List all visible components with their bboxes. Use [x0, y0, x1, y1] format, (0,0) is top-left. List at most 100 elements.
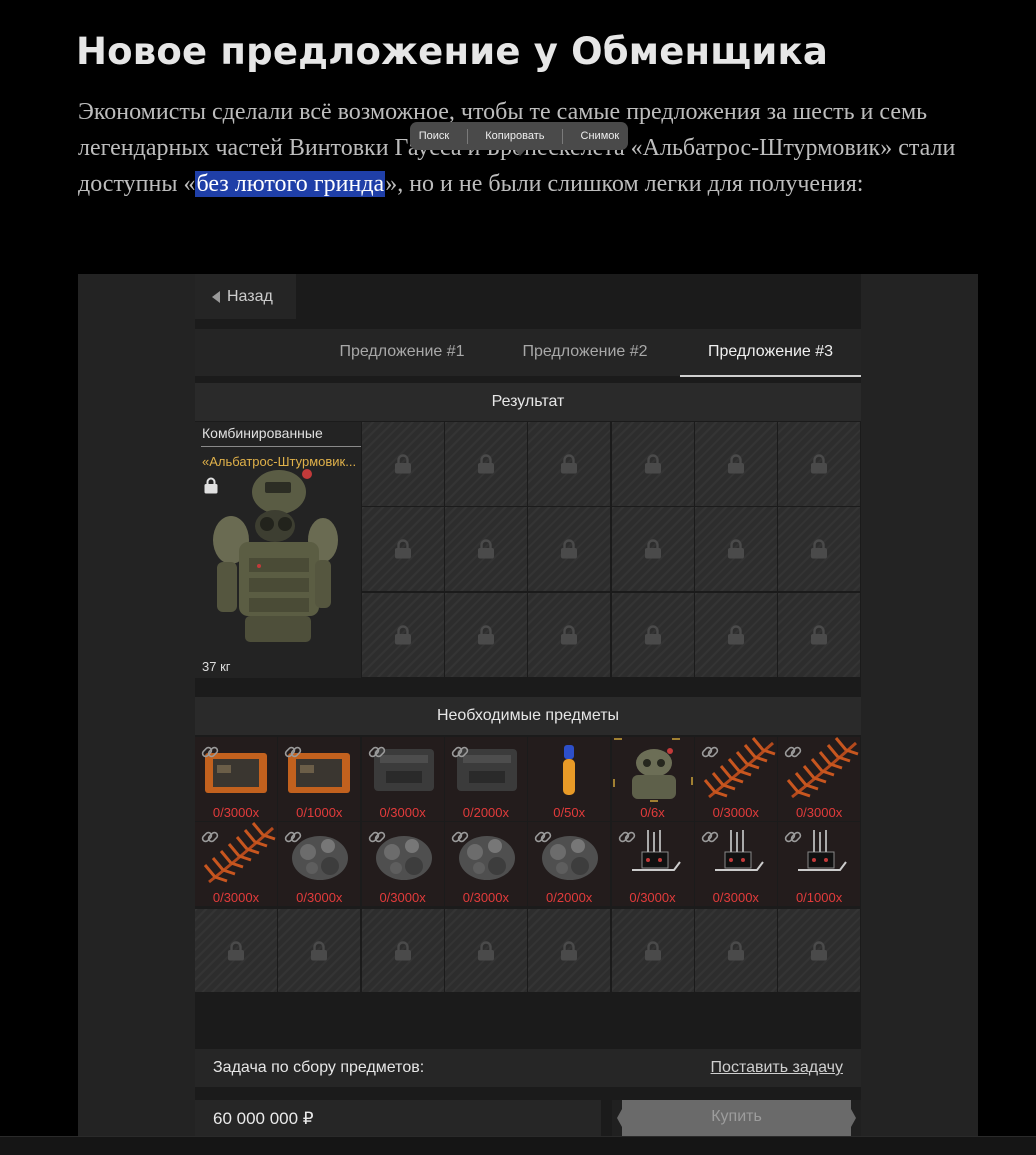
required-item-slot[interactable]: 0/3000x — [611, 822, 694, 906]
buy-label: Купить — [711, 1108, 762, 1125]
lock-icon — [727, 940, 744, 960]
required-item-slot[interactable]: 0/3000x — [694, 737, 777, 821]
popup-search-button[interactable]: Поиск — [419, 130, 449, 142]
required-item-slot[interactable]: 0/6x — [611, 737, 694, 821]
lock-icon — [561, 624, 578, 645]
lock-icon — [561, 940, 578, 960]
locked-slot — [361, 909, 444, 992]
price-field: 60 000 000 ₽ — [195, 1100, 601, 1136]
link-icon — [618, 831, 635, 843]
locked-slot — [528, 592, 611, 677]
required-item-slot[interactable]: 0/3000x — [778, 737, 861, 821]
locked-slot — [694, 909, 777, 992]
item-count: 0/3000x — [795, 805, 843, 820]
locked-slot — [195, 909, 277, 992]
set-task-link[interactable]: Поставить задачу — [711, 1059, 843, 1077]
item-count: 0/6x — [640, 805, 665, 820]
armor-icon — [612, 738, 693, 802]
link-icon — [701, 746, 719, 758]
vial-icon — [563, 745, 576, 795]
locked-slot — [611, 507, 694, 592]
required-item-slot[interactable]: 0/3000x — [361, 737, 444, 821]
result-header: Результат — [195, 383, 861, 421]
locked-slot — [778, 909, 861, 992]
link-icon — [285, 746, 302, 758]
link-icon — [451, 831, 469, 843]
exoskeleton-armor-icon — [213, 469, 338, 642]
item-weight: 37 кг — [202, 659, 231, 674]
link-icon — [368, 831, 385, 843]
item-count: 0/3000x — [712, 805, 759, 820]
lock-icon — [644, 454, 661, 474]
required-item-slot[interactable]: 0/3000x — [195, 737, 277, 821]
lock-icon — [644, 624, 661, 645]
lock-icon — [311, 940, 328, 960]
item-count: 0/2000x — [462, 805, 510, 820]
back-button[interactable]: Назад — [195, 274, 296, 319]
required-item-slot[interactable]: 0/3000x — [444, 822, 527, 906]
selection-popup: Поиск Копировать Снимок — [410, 122, 628, 156]
tab-offer-2[interactable]: Предложение #2 — [511, 329, 659, 375]
lock-icon — [727, 624, 744, 645]
lock-icon — [811, 539, 827, 559]
lock-icon — [561, 539, 578, 559]
locked-slot — [362, 507, 444, 592]
article-title: Новое предложение у Обменщика — [76, 30, 829, 73]
lock-icon — [395, 539, 411, 559]
back-arrow-icon — [212, 290, 220, 303]
item-count: 0/3000x — [379, 805, 426, 820]
popup-divider — [562, 128, 564, 144]
lock-icon — [727, 454, 744, 474]
item-count: 0/3000x — [462, 890, 510, 905]
tab-offer-3[interactable]: Предложение #3 — [680, 329, 861, 377]
price-value: 60 000 000 ₽ — [213, 1109, 314, 1128]
task-label: Задача по сбору предметов: — [213, 1059, 425, 1076]
lock-icon — [478, 624, 495, 645]
required-item-slot[interactable]: 0/3000x — [361, 822, 444, 906]
item-count: 0/3000x — [629, 890, 676, 905]
result-item-card[interactable]: Комбинированные «Альбатрос-Штурмовик... — [195, 422, 361, 678]
browser-bottom-bar — [0, 1136, 1036, 1155]
offer-tabs: Предложение #1 Предложение #2 Предложени… — [195, 329, 861, 377]
popup-caret — [513, 148, 527, 156]
lock-icon — [644, 539, 661, 559]
required-item-slot[interactable]: 0/2000x — [528, 822, 611, 906]
item-count: 0/50x — [553, 805, 586, 820]
required-item-slot[interactable]: 0/3000x — [694, 822, 777, 906]
lock-icon — [811, 454, 827, 474]
item-count: 0/1000x — [296, 805, 343, 820]
buy-button[interactable]: Купить — [612, 1100, 861, 1136]
item-count: 0/3000x — [212, 890, 260, 905]
lock-icon — [395, 454, 411, 474]
locked-slot — [694, 592, 777, 677]
category-divider — [201, 446, 361, 447]
locked-slot — [694, 507, 777, 592]
selected-text[interactable]: без лютого гринда — [195, 171, 386, 197]
locked-slot — [362, 422, 444, 506]
link-icon — [451, 746, 469, 758]
locked-slot — [528, 422, 611, 506]
item-count: 0/3000x — [296, 890, 343, 905]
required-item-slot[interactable]: 0/3000x — [195, 822, 277, 906]
locked-slot — [778, 592, 860, 677]
lock-icon — [644, 940, 661, 960]
lock-icon — [395, 624, 411, 645]
tab-offer-1[interactable]: Предложение #1 — [328, 329, 476, 375]
link-icon — [784, 746, 802, 758]
locked-slot — [778, 507, 860, 592]
link-icon — [201, 831, 219, 843]
required-items-header: Необходимые предметы — [195, 697, 861, 735]
locked-slot — [445, 507, 528, 592]
required-item-slot[interactable]: 0/1000x — [778, 822, 861, 906]
required-item-slot[interactable]: 0/3000x — [278, 822, 361, 906]
required-item-slot[interactable]: 0/1000x — [278, 737, 361, 821]
locked-slot — [444, 909, 527, 992]
required-item-slot[interactable]: 0/2000x — [444, 737, 527, 821]
item-count: 0/2000x — [546, 890, 593, 905]
popup-snapshot-button[interactable]: Снимок — [581, 130, 620, 142]
popup-copy-button[interactable]: Копировать — [485, 130, 544, 142]
locked-slot — [694, 422, 777, 506]
link-icon — [784, 831, 802, 843]
item-count: 0/1000x — [795, 890, 843, 905]
required-item-slot[interactable]: 0/50x — [528, 737, 611, 821]
